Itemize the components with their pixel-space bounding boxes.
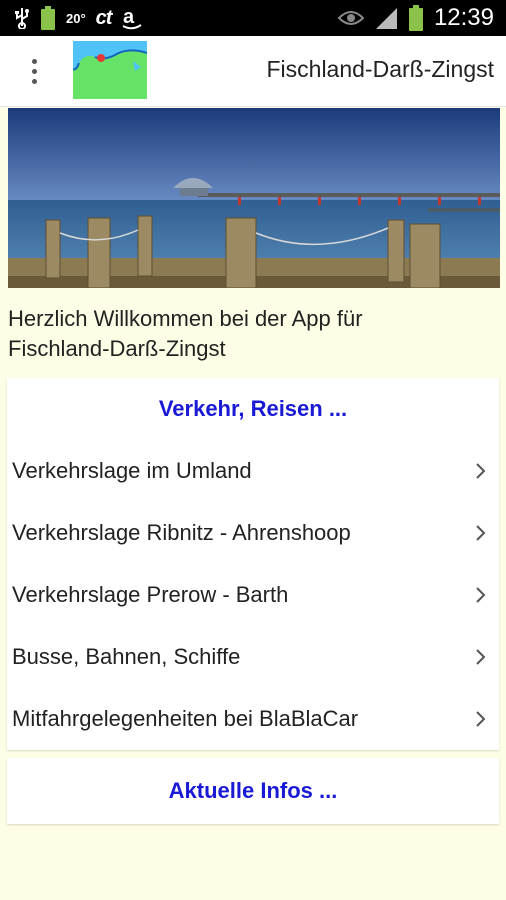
usb-icon: [15, 8, 29, 29]
app-title: Fischland-Darß-Zingst: [266, 56, 495, 82]
ct-icon: ct: [95, 6, 113, 29]
list-item-rideshare[interactable]: Mitfahrgelegenheiten bei BlaBlaCar: [7, 688, 499, 750]
map-logo-icon[interactable]: [73, 41, 147, 99]
chevron-right-icon: [476, 463, 486, 479]
list-item-transport[interactable]: Busse, Bahnen, Schiffe: [7, 626, 499, 688]
eye-icon: [337, 11, 364, 25]
chevron-right-icon: [476, 587, 486, 603]
hero-image-pier: [8, 108, 500, 288]
list-item-traffic-region[interactable]: Verkehrslage im Umland: [7, 440, 499, 502]
list-item-label: Verkehrslage Prerow - Barth: [12, 582, 289, 607]
welcome-text: Herzlich Willkommen bei der App für Fisc…: [8, 304, 498, 364]
system-icons: 12:39: [337, 4, 494, 32]
traffic-section-card: Verkehr, Reisen ... Verkehrslage im Umla…: [7, 378, 499, 750]
chevron-right-icon: [476, 525, 486, 541]
list-item-traffic-prerow[interactable]: Verkehrslage Prerow - Barth: [7, 564, 499, 626]
battery-icon: [408, 5, 423, 31]
list-item-label: Mitfahrgelegenheiten bei BlaBlaCar: [12, 706, 359, 731]
temperature-label: 20°: [66, 10, 86, 26]
section-header-label: Aktuelle Infos ...: [168, 778, 338, 803]
amazon-icon: a: [122, 6, 143, 30]
svg-text:a: a: [123, 6, 135, 28]
list-item-traffic-ribnitz[interactable]: Verkehrslage Ribnitz - Ahrenshoop: [7, 502, 499, 564]
overflow-menu-icon[interactable]: [16, 53, 52, 89]
section-header-current-info[interactable]: Aktuelle Infos ...: [7, 758, 499, 824]
battery-icon: [41, 6, 55, 30]
chevron-right-icon: [476, 649, 486, 665]
chevron-right-icon: [476, 711, 486, 727]
notification-icons: 20° ct a: [14, 6, 143, 30]
welcome-line-1: Herzlich Willkommen bei der App für: [8, 306, 363, 331]
signal-icon: [375, 8, 397, 29]
section-header-traffic[interactable]: Verkehr, Reisen ...: [7, 378, 499, 440]
list-item-label: Verkehrslage im Umland: [12, 458, 252, 483]
status-bar: 20° ct a 12:39: [0, 0, 506, 36]
list-item-label: Verkehrslage Ribnitz - Ahrenshoop: [12, 520, 351, 545]
welcome-line-2: Fischland-Darß-Zingst: [8, 336, 226, 361]
action-bar: Fischland-Darß-Zingst: [0, 36, 506, 107]
clock: 12:39: [433, 4, 494, 31]
list-item-label: Busse, Bahnen, Schiffe: [12, 644, 241, 669]
